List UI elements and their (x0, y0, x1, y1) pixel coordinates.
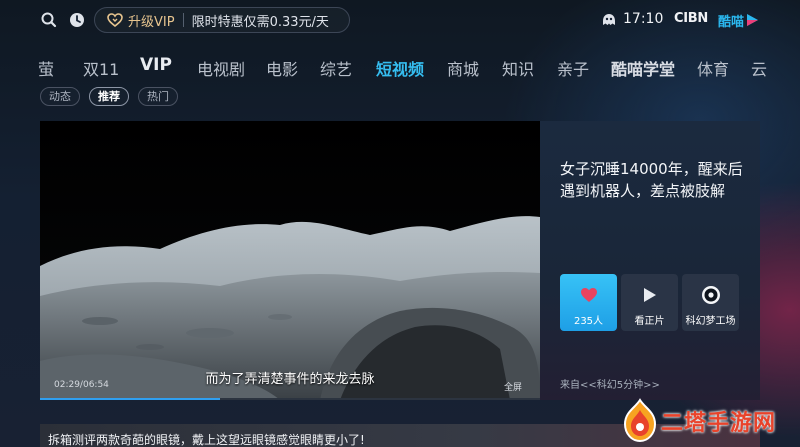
clock-time: 17:10 (623, 11, 664, 27)
nav-item-kumiao-school[interactable]: 酷喵学堂 (611, 56, 675, 80)
subtab-hot[interactable]: 热门 (138, 87, 178, 106)
nav-item-vip[interactable]: VIP (140, 55, 172, 75)
watch-full-label: 看正片 (634, 316, 665, 327)
nav-item-sports[interactable]: 体育 (697, 56, 729, 80)
watermark-text: 二塔手游网 (661, 411, 777, 436)
like-count: 235人 (573, 316, 604, 327)
video-info-panel: 女子沉睡14000年，醒来后遇到机器人，差点被肢解 235人 看正片 科幻梦工场… (540, 121, 760, 400)
channel-label: 科幻梦工场 (685, 316, 736, 327)
video-title: 女子沉睡14000年，醒来后遇到机器人，差点被肢解 (560, 160, 743, 200)
nav-item-knowledge[interactable]: 知识 (502, 56, 534, 80)
playback-time: 02:29/06:54 (54, 380, 109, 390)
brand-logo-text: 酷喵 (718, 15, 745, 30)
subtab-recommended[interactable]: 推荐 (89, 87, 129, 106)
video-frame-moon-landscape (40, 121, 540, 400)
next-video-title: 拆箱测评两款奇葩的眼镜，戴上这望远眼镜感觉眼睛更小了! (48, 433, 365, 447)
nav-item-parenting[interactable]: 亲子 (557, 56, 589, 80)
nav-item-tv[interactable]: 电视剧 (197, 56, 245, 80)
heart-icon (580, 288, 597, 302)
subtab-dynamic[interactable]: 动态 (40, 87, 80, 106)
channel-nav: 萤 双11 VIP 电视剧 电影 综艺 短视频 商城 知识 亲子 酷喵学堂 体育… (0, 52, 800, 82)
video-player[interactable]: 而为了弄清楚事件的来龙去脉 02:29/06:54 全屏 (40, 121, 540, 400)
watch-full-button[interactable]: 看正片 (621, 274, 678, 331)
site-watermark: 二塔手游网 (605, 396, 800, 447)
vip-upgrade-button[interactable]: 升级VIP 限时特惠仅需0.33元/天 (94, 7, 350, 33)
nav-item-partial-left[interactable]: 萤 (38, 56, 54, 80)
channel-avatar-icon (701, 286, 720, 304)
video-subtitle: 而为了弄清楚事件的来龙去脉 (205, 372, 375, 387)
search-icon[interactable] (40, 11, 58, 29)
play-icon (643, 288, 656, 302)
vip-label: 升级VIP (128, 14, 175, 30)
nav-item-movies[interactable]: 电影 (266, 56, 298, 80)
cibn-logo: CIBN (674, 11, 708, 26)
vip-promo-text: 限时特惠仅需0.33元/天 (191, 14, 329, 30)
like-button[interactable]: 235人 (560, 274, 617, 331)
divider (182, 13, 184, 27)
history-clock-icon[interactable] (68, 11, 86, 29)
nav-item-short-video[interactable]: 短视频 (376, 56, 424, 80)
top-bar: 升级VIP 限时特惠仅需0.33元/天 17:10 CIBN 酷喵 (0, 0, 800, 40)
video-source: 来自<<科幻5分钟>> (560, 380, 660, 391)
progress-bar[interactable] (40, 398, 540, 400)
vip-heart-icon (107, 13, 123, 27)
nav-item-double11[interactable]: 双11 (83, 56, 119, 80)
nav-item-partial-right[interactable]: 云 (751, 56, 767, 80)
nav-item-mall[interactable]: 商城 (447, 56, 479, 80)
nav-item-variety[interactable]: 综艺 (320, 56, 352, 80)
watermark-logo-icon (623, 398, 657, 443)
brand-play-icon (747, 14, 758, 26)
channel-button[interactable]: 科幻梦工场 (682, 274, 739, 331)
progress-bar-fill (40, 398, 220, 400)
fullscreen-button[interactable]: 全屏 (504, 380, 522, 393)
robot-icon (603, 14, 615, 25)
